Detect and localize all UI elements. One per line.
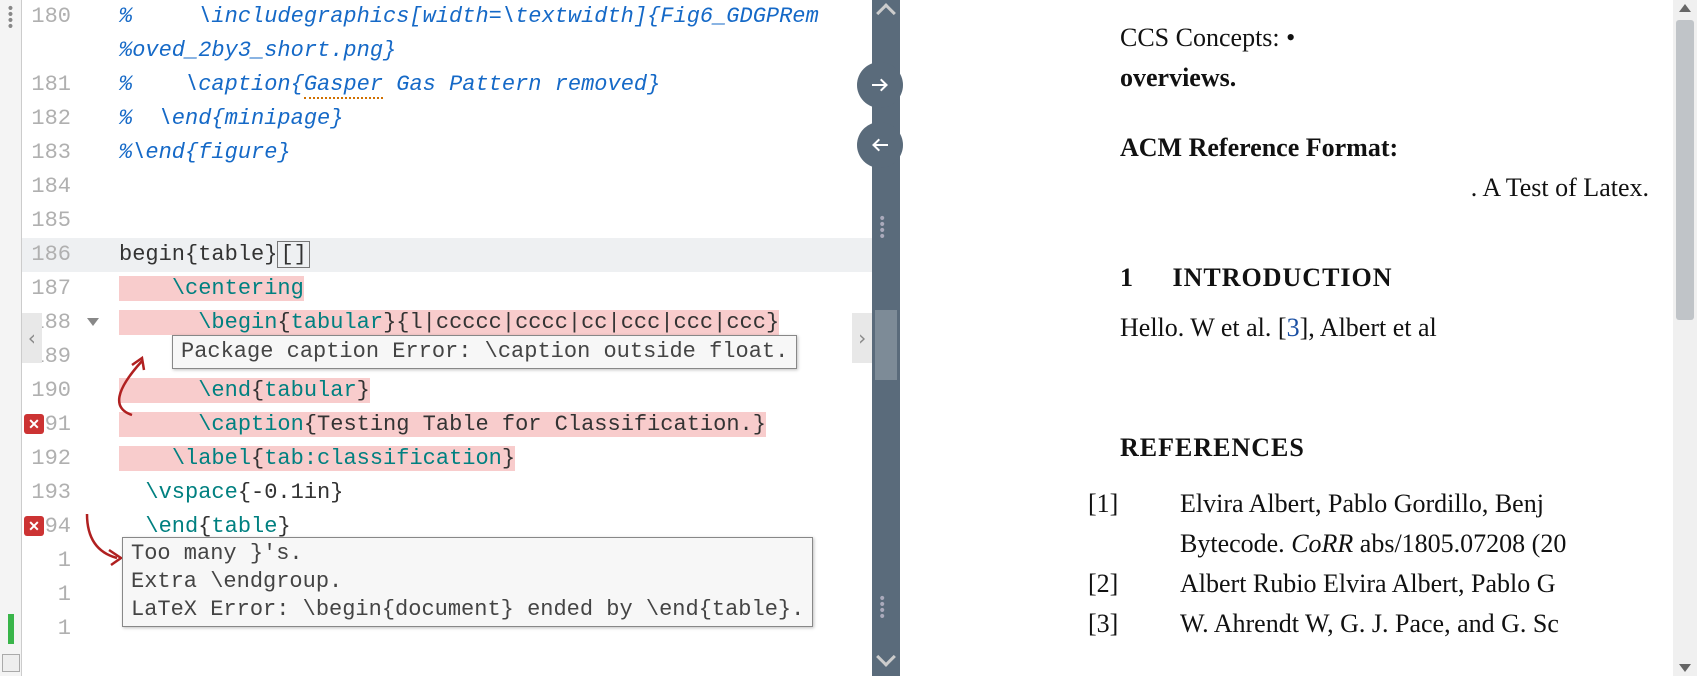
nav-forward-button[interactable]: [857, 62, 903, 108]
fold-chevron-icon[interactable]: [87, 318, 99, 326]
code-line[interactable]: 191✕ \caption{Testing Table for Classifi…: [22, 408, 872, 442]
pdf-reference-item: [2]Albert Rubio Elvira Albert, Pablo G: [1120, 564, 1653, 604]
code-line[interactable]: 181 % \caption{Gasper Gas Pattern removed…: [22, 68, 872, 102]
collapse-left-chevron-icon[interactable]: ‹: [22, 313, 42, 363]
code-line[interactable]: 185: [22, 204, 872, 238]
line-number: 193: [22, 476, 77, 510]
code-line[interactable]: 187 \centering: [22, 272, 872, 306]
code-line[interactable]: 180 % \includegraphics[width=\textwidth]{…: [22, 0, 872, 34]
error-icon[interactable]: ✕: [24, 516, 44, 536]
line-number: 1: [22, 578, 77, 612]
code-line[interactable]: 190 \end{tabular}: [22, 374, 872, 408]
bottom-square-button[interactable]: [2, 654, 20, 672]
status-bar-green: [8, 614, 14, 644]
line-number: 190: [22, 374, 77, 408]
code-line[interactable]: 184: [22, 170, 872, 204]
nav-back-button[interactable]: [857, 122, 903, 168]
code-text[interactable]: % \end{minipage}: [117, 102, 872, 136]
line-number: 187: [22, 272, 77, 306]
line-number: 185: [22, 204, 77, 238]
line-number: 181: [22, 68, 77, 102]
pdf-text: Hello. W et al. [3], Albert et al: [1120, 308, 1653, 348]
line-number: 192: [22, 442, 77, 476]
code-line[interactable]: 193 \vspace{-0.1in}: [22, 476, 872, 510]
line-number: 182: [22, 102, 77, 136]
code-line[interactable]: %oved_2by3_short.png}: [22, 34, 872, 68]
left-gutter-strip: ••••: [0, 0, 22, 676]
code-text[interactable]: %oved_2by3_short.png}: [117, 34, 872, 68]
line-number: 191✕: [22, 408, 77, 442]
pdf-text: CCS Concepts: •: [1120, 18, 1653, 58]
line-number: 180: [22, 0, 77, 34]
source-editor-pane: ‹ › 180 % \includegraphics[width=\textwid…: [22, 0, 872, 676]
code-text[interactable]: \vspace{-0.1in}: [117, 476, 872, 510]
editor-vertical-scrollbar[interactable]: •••• ••••: [872, 0, 900, 676]
pdf-heading: REFERENCES: [1120, 428, 1653, 468]
line-number: 184: [22, 170, 77, 204]
line-number: 1: [22, 544, 77, 578]
code-line[interactable]: 192 \label{tab:classification}: [22, 442, 872, 476]
pdf-text: . A Test of Latex.: [1120, 168, 1653, 208]
preview-margin: [900, 0, 1080, 676]
code-line[interactable]: 186 begin{table}[]: [22, 238, 872, 272]
code-text[interactable]: \label{tab:classification}: [117, 442, 872, 476]
pdf-section-heading: 1 INTRODUCTION: [1120, 258, 1653, 298]
code-text[interactable]: begin{table}[]: [117, 238, 872, 272]
pdf-reference-item: [3]W. Ahrendt W, G. J. Pace, and G. Sc: [1120, 604, 1653, 644]
code-line[interactable]: 183 %\end{figure}: [22, 136, 872, 170]
collapse-right-chevron-icon[interactable]: ›: [852, 313, 872, 363]
code-text[interactable]: %\end{figure}: [117, 136, 872, 170]
line-number: 194✕: [22, 510, 77, 544]
scroll-down-icon[interactable]: [876, 647, 896, 667]
scroll-up-icon[interactable]: [1679, 4, 1691, 12]
line-number: 183: [22, 136, 77, 170]
pdf-text: overviews.: [1120, 58, 1653, 98]
pdf-heading: ACM Reference Format:: [1120, 128, 1653, 168]
dots-icon: ••••: [878, 590, 886, 626]
scroll-down-icon[interactable]: [1679, 664, 1691, 672]
code-line[interactable]: 182 % \end{minipage}: [22, 102, 872, 136]
pdf-vertical-scrollbar[interactable]: [1673, 0, 1697, 676]
code-text[interactable]: % \caption{Gasper Gas Pattern removed}: [117, 68, 872, 102]
scroll-thumb[interactable]: [875, 310, 897, 380]
scroll-thumb[interactable]: [1676, 20, 1694, 320]
pdf-preview-pane[interactable]: CCS Concepts: • overviews. ACM Reference…: [1080, 0, 1673, 676]
error-icon[interactable]: ✕: [24, 414, 44, 434]
scroll-up-icon[interactable]: [876, 3, 896, 23]
code-text[interactable]: \end{tabular}: [117, 374, 872, 408]
code-text[interactable]: % \includegraphics[width=\textwidth]{Fig…: [117, 0, 872, 34]
code-text[interactable]: \caption{Testing Table for Classificatio…: [117, 408, 872, 442]
error-tooltip-1: Package caption Error: \caption outside …: [172, 335, 797, 369]
code-text[interactable]: \centering: [117, 272, 872, 306]
dots-icon: ••••: [878, 210, 886, 246]
error-tooltip-2: Too many }'s. Extra \endgroup. LaTeX Err…: [122, 537, 813, 627]
dots-icon: ••••: [0, 0, 22, 36]
line-number: 186: [22, 238, 77, 272]
line-number: 1: [22, 612, 77, 646]
pdf-reference-item: [1]Elvira Albert, Pablo Gordillo, Benj: [1120, 484, 1653, 524]
pdf-reference-item-cont: Bytecode. CoRR abs/1805.07208 (20: [1120, 524, 1653, 564]
